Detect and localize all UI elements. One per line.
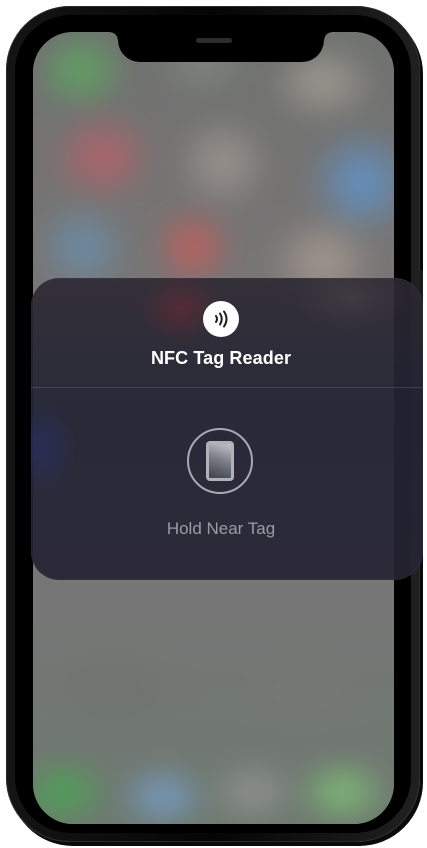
nfc-sheet-title: NFC Tag Reader xyxy=(150,348,292,368)
nfc-waves-icon xyxy=(215,310,228,328)
phone-device-icon xyxy=(206,441,234,481)
sheet-divider xyxy=(31,387,423,388)
hold-near-tag-prompt: Hold Near Tag xyxy=(166,519,276,538)
stage: NFC Tag Reader Hold Near Tag xyxy=(0,0,427,848)
earpiece-speaker xyxy=(196,38,232,43)
notch xyxy=(110,32,332,62)
phone-scan-icon xyxy=(187,428,253,494)
nfc-contactless-icon xyxy=(203,301,239,337)
nfc-reader-sheet: NFC Tag Reader Hold Near Tag xyxy=(31,278,423,580)
nfc-sheet-header: NFC Tag Reader xyxy=(31,278,423,387)
